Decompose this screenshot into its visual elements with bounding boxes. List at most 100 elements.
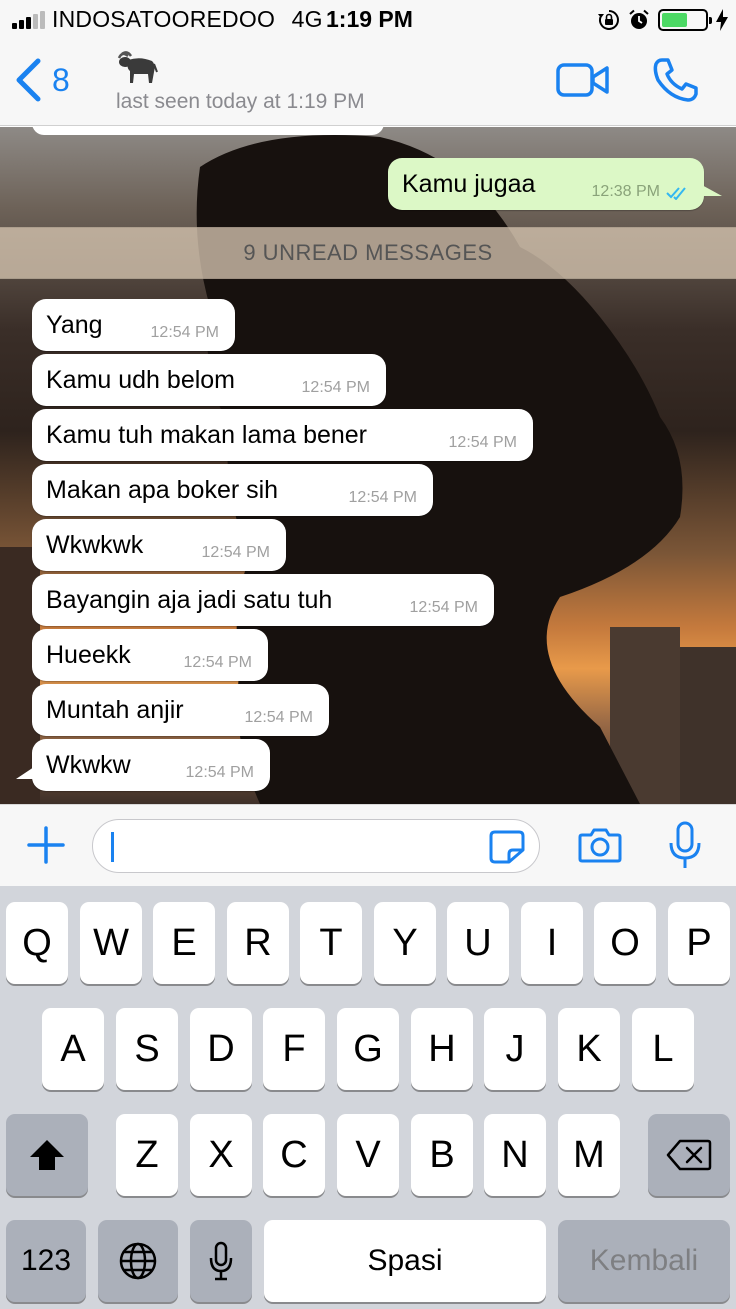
- read-receipt-icon: [666, 187, 686, 200]
- status-icons: [598, 7, 728, 33]
- globe-icon: [119, 1242, 157, 1280]
- message-text: Hueekk: [46, 640, 131, 669]
- key-h[interactable]: H: [411, 1008, 473, 1090]
- key-q[interactable]: Q: [6, 902, 68, 984]
- message-text: Kamu jugaa: [402, 169, 536, 198]
- water-buffalo-icon: [117, 51, 158, 83]
- key-j[interactable]: J: [484, 1008, 546, 1090]
- key-b[interactable]: B: [411, 1114, 473, 1196]
- message-input-bar: [0, 804, 736, 886]
- chat-area[interactable]: Kamu jugaa 12:38 PM 9 UNREAD MESSAGES Ya…: [0, 127, 736, 804]
- carrier-label: INDOSATOOREDOO 4G: [52, 6, 323, 33]
- incoming-message[interactable]: Wkwkw 12:54 PM: [32, 739, 270, 791]
- message-time: 12:54 PM: [448, 434, 517, 451]
- key-u[interactable]: U: [447, 902, 509, 984]
- message-text: Wkwkw: [46, 750, 131, 779]
- text-cursor: [111, 832, 114, 862]
- outgoing-bubble-tail: [700, 184, 722, 196]
- unread-chats-count: 8: [52, 61, 70, 98]
- charging-icon: [716, 9, 728, 31]
- key-p[interactable]: P: [668, 902, 730, 984]
- key-s[interactable]: S: [116, 1008, 178, 1090]
- message-time: 12:54 PM: [150, 324, 219, 341]
- message-text: Kamu tuh makan lama bener: [46, 420, 368, 449]
- battery-icon: [658, 9, 712, 31]
- message-time: 12:54 PM: [201, 544, 270, 561]
- keyboard: Q W E R T Y U I O P A S D F G H J K L Z …: [0, 886, 736, 1309]
- message-text: Wkwkwk: [46, 530, 144, 559]
- message-text: Kamu udh belom: [46, 365, 236, 394]
- space-key[interactable]: Spasi: [264, 1220, 546, 1302]
- status-bar: INDOSATOOREDOO 4G 1:19 PM: [0, 0, 736, 40]
- incoming-message[interactable]: Wkwkwk 12:54 PM: [32, 519, 286, 571]
- key-e[interactable]: E: [153, 902, 215, 984]
- shift-key[interactable]: [6, 1114, 88, 1196]
- message-time: 12:54 PM: [244, 709, 313, 726]
- key-a[interactable]: A: [42, 1008, 104, 1090]
- key-r[interactable]: R: [227, 902, 289, 984]
- message-time: 12:54 PM: [409, 599, 478, 616]
- key-l[interactable]: L: [632, 1008, 694, 1090]
- key-o[interactable]: O: [594, 902, 656, 984]
- incoming-message[interactable]: Yang 12:54 PM: [32, 299, 235, 351]
- network-type: 4G: [291, 6, 323, 32]
- message-time: 12:54 PM: [185, 764, 254, 781]
- backspace-key[interactable]: [648, 1114, 730, 1196]
- key-d[interactable]: D: [190, 1008, 252, 1090]
- outgoing-message[interactable]: Kamu jugaa 12:38 PM: [388, 158, 704, 210]
- incoming-message[interactable]: Hueekk 12:54 PM: [32, 629, 268, 681]
- key-f[interactable]: F: [263, 1008, 325, 1090]
- camera-icon[interactable]: [578, 827, 622, 863]
- key-k[interactable]: K: [558, 1008, 620, 1090]
- key-c[interactable]: C: [263, 1114, 325, 1196]
- numbers-key[interactable]: 123: [6, 1220, 86, 1302]
- message-time: 12:54 PM: [301, 379, 370, 396]
- message-text: Makan apa boker sih: [46, 475, 279, 504]
- chat-header: 8 last seen today at 1:19 PM: [0, 40, 736, 126]
- alarm-icon: [629, 9, 649, 29]
- shift-icon: [30, 1140, 64, 1170]
- dictation-key[interactable]: [190, 1220, 252, 1302]
- backspace-icon: [666, 1139, 712, 1171]
- incoming-message[interactable]: Bayangin aja jadi satu tuh 12:54 PM: [32, 574, 494, 626]
- status-time: 1:19 PM: [326, 6, 413, 32]
- previous-message-bubble: [32, 127, 384, 135]
- return-key[interactable]: Kembali: [558, 1220, 730, 1302]
- back-chevron-icon: [16, 58, 41, 102]
- rotation-lock-icon: [598, 10, 619, 30]
- key-y[interactable]: Y: [374, 902, 436, 984]
- unread-messages-banner: 9 UNREAD MESSAGES: [0, 227, 736, 279]
- key-w[interactable]: W: [80, 902, 142, 984]
- incoming-message[interactable]: Kamu tuh makan lama bener 12:54 PM: [32, 409, 533, 461]
- last-seen-status: last seen today at 1:19 PM: [116, 90, 365, 113]
- contact-name-emoji[interactable]: [116, 50, 158, 86]
- carrier-name: INDOSATOOREDOO: [52, 6, 276, 32]
- incoming-message[interactable]: Makan apa boker sih 12:54 PM: [32, 464, 433, 516]
- key-x[interactable]: X: [190, 1114, 252, 1196]
- globe-key[interactable]: [98, 1220, 178, 1302]
- key-n[interactable]: N: [484, 1114, 546, 1196]
- signal-icon: [12, 11, 46, 29]
- message-input[interactable]: [92, 819, 540, 873]
- key-t[interactable]: T: [300, 902, 362, 984]
- key-z[interactable]: Z: [116, 1114, 178, 1196]
- video-call-icon[interactable]: [556, 60, 610, 100]
- back-button[interactable]: 8: [14, 58, 70, 102]
- plus-icon[interactable]: [26, 825, 66, 865]
- key-v[interactable]: V: [337, 1114, 399, 1196]
- incoming-message[interactable]: Kamu udh belom 12:54 PM: [32, 354, 386, 406]
- key-g[interactable]: G: [337, 1008, 399, 1090]
- message-time: 12:38 PM: [591, 183, 660, 200]
- key-m[interactable]: M: [558, 1114, 620, 1196]
- phone-call-icon[interactable]: [652, 56, 700, 104]
- incoming-message[interactable]: Muntah anjir 12:54 PM: [32, 684, 329, 736]
- microphone-icon[interactable]: [668, 821, 702, 871]
- message-text: Yang: [46, 310, 103, 339]
- message-time: 12:54 PM: [183, 654, 252, 671]
- key-i[interactable]: I: [521, 902, 583, 984]
- message-text: Muntah anjir: [46, 695, 184, 724]
- message-text: Bayangin aja jadi satu tuh: [46, 585, 333, 614]
- message-time: 12:54 PM: [348, 489, 417, 506]
- sticker-icon[interactable]: [489, 830, 525, 864]
- dictation-mic-icon: [209, 1241, 233, 1281]
